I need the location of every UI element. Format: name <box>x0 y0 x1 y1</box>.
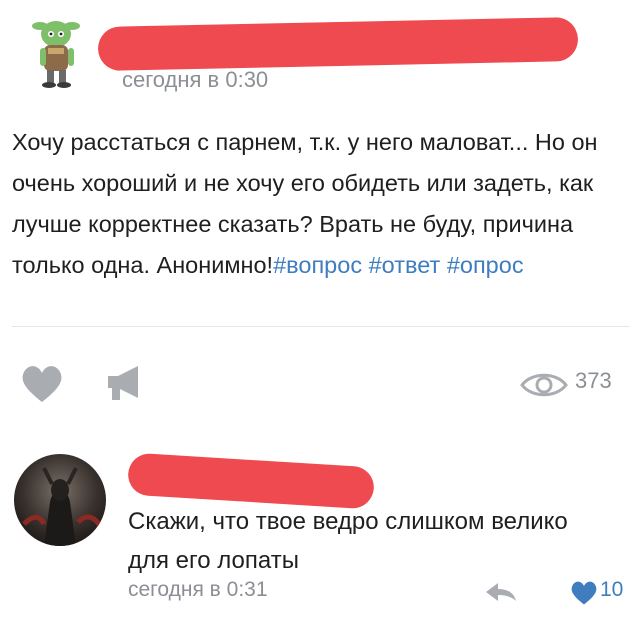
views-indicator <box>520 370 568 400</box>
eye-icon <box>520 373 568 397</box>
dark-figure-avatar-icon <box>14 454 106 546</box>
comment-like-button[interactable] <box>570 580 598 606</box>
divider <box>12 326 630 327</box>
author-name-redaction <box>97 16 579 72</box>
share-button[interactable] <box>104 362 148 404</box>
heart-icon <box>22 366 62 402</box>
commenter-avatar[interactable] <box>14 454 106 546</box>
hashtag-link[interactable]: #опрос <box>447 252 524 278</box>
hashtag-link[interactable]: #ответ <box>369 252 441 278</box>
views-count: 373 <box>575 368 612 393</box>
cartoon-character-avatar-icon <box>32 21 80 88</box>
comment: Скажи, что твое ведро слишком велико для… <box>0 440 640 624</box>
comment-likes-count: 10 <box>600 578 624 601</box>
hashtag-link[interactable]: #вопрос <box>273 252 362 278</box>
post-timestamp[interactable]: сегодня в 0:30 <box>122 67 268 93</box>
post-text: Хочу расстаться с парнем, т.к. у него ма… <box>12 122 630 286</box>
comment-timestamp[interactable]: сегодня в 0:31 <box>128 578 268 602</box>
comment-text: Скажи, что твое ведро слишком велико для… <box>128 508 568 574</box>
post-actions: 373 <box>0 352 640 412</box>
heart-icon <box>571 581 597 605</box>
post-header: сегодня в 0:30 <box>0 0 640 100</box>
like-button[interactable] <box>20 364 64 404</box>
megaphone-icon <box>108 366 138 400</box>
reply-button[interactable] <box>484 581 518 603</box>
commenter-name-redaction <box>126 452 376 510</box>
reply-arrow-icon <box>486 583 516 601</box>
post-author-avatar[interactable] <box>18 12 100 92</box>
